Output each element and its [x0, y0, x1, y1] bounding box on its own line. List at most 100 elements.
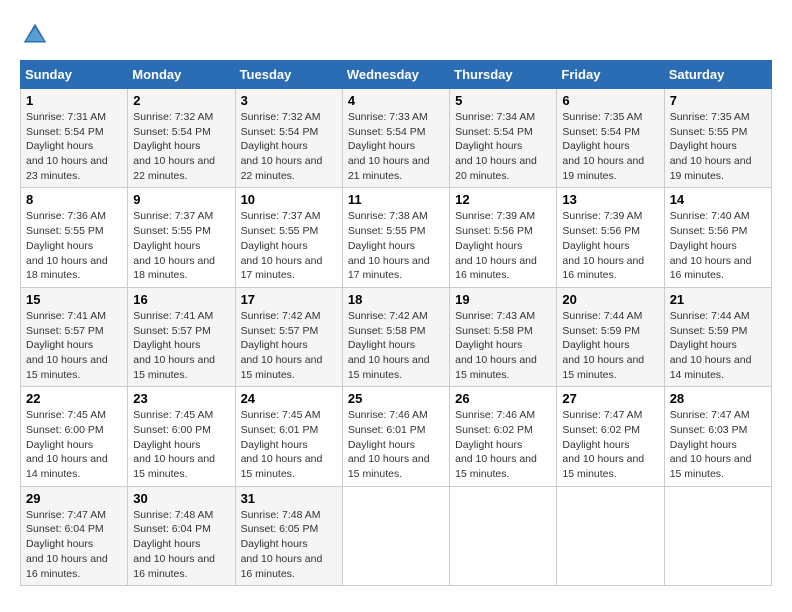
calendar-header-row: SundayMondayTuesdayWednesdayThursdayFrid… — [21, 61, 772, 89]
day-number: 19 — [455, 292, 551, 307]
day-number: 28 — [670, 391, 766, 406]
day-number: 20 — [562, 292, 658, 307]
day-cell-16: 16 Sunrise: 7:41 AM Sunset: 5:57 PM Dayl… — [128, 287, 235, 386]
day-info: Sunrise: 7:44 AM Sunset: 5:59 PM Dayligh… — [562, 309, 658, 382]
day-header-thursday: Thursday — [450, 61, 557, 89]
day-number: 3 — [241, 93, 337, 108]
day-info: Sunrise: 7:48 AM Sunset: 6:05 PM Dayligh… — [241, 508, 337, 581]
day-number: 7 — [670, 93, 766, 108]
day-info: Sunrise: 7:34 AM Sunset: 5:54 PM Dayligh… — [455, 110, 551, 183]
day-info: Sunrise: 7:47 AM Sunset: 6:02 PM Dayligh… — [562, 408, 658, 481]
day-cell-23: 23 Sunrise: 7:45 AM Sunset: 6:00 PM Dayl… — [128, 387, 235, 486]
day-number: 8 — [26, 192, 122, 207]
day-number: 30 — [133, 491, 229, 506]
day-info: Sunrise: 7:48 AM Sunset: 6:04 PM Dayligh… — [133, 508, 229, 581]
day-cell-9: 9 Sunrise: 7:37 AM Sunset: 5:55 PM Dayli… — [128, 188, 235, 287]
day-info: Sunrise: 7:42 AM Sunset: 5:57 PM Dayligh… — [241, 309, 337, 382]
calendar-week-1: 1 Sunrise: 7:31 AM Sunset: 5:54 PM Dayli… — [21, 89, 772, 188]
day-cell-1: 1 Sunrise: 7:31 AM Sunset: 5:54 PM Dayli… — [21, 89, 128, 188]
day-cell-14: 14 Sunrise: 7:40 AM Sunset: 5:56 PM Dayl… — [664, 188, 771, 287]
day-number: 15 — [26, 292, 122, 307]
day-cell-7: 7 Sunrise: 7:35 AM Sunset: 5:55 PM Dayli… — [664, 89, 771, 188]
day-cell-25: 25 Sunrise: 7:46 AM Sunset: 6:01 PM Dayl… — [342, 387, 449, 486]
day-number: 21 — [670, 292, 766, 307]
day-info: Sunrise: 7:41 AM Sunset: 5:57 PM Dayligh… — [133, 309, 229, 382]
day-cell-30: 30 Sunrise: 7:48 AM Sunset: 6:04 PM Dayl… — [128, 486, 235, 585]
calendar-table: SundayMondayTuesdayWednesdayThursdayFrid… — [20, 60, 772, 586]
day-header-friday: Friday — [557, 61, 664, 89]
day-info: Sunrise: 7:42 AM Sunset: 5:58 PM Dayligh… — [348, 309, 444, 382]
day-info: Sunrise: 7:37 AM Sunset: 5:55 PM Dayligh… — [241, 209, 337, 282]
day-info: Sunrise: 7:39 AM Sunset: 5:56 PM Dayligh… — [455, 209, 551, 282]
day-cell-4: 4 Sunrise: 7:33 AM Sunset: 5:54 PM Dayli… — [342, 89, 449, 188]
day-number: 25 — [348, 391, 444, 406]
day-number: 29 — [26, 491, 122, 506]
empty-cell — [557, 486, 664, 585]
day-info: Sunrise: 7:44 AM Sunset: 5:59 PM Dayligh… — [670, 309, 766, 382]
day-info: Sunrise: 7:31 AM Sunset: 5:54 PM Dayligh… — [26, 110, 122, 183]
day-cell-22: 22 Sunrise: 7:45 AM Sunset: 6:00 PM Dayl… — [21, 387, 128, 486]
day-cell-27: 27 Sunrise: 7:47 AM Sunset: 6:02 PM Dayl… — [557, 387, 664, 486]
day-cell-5: 5 Sunrise: 7:34 AM Sunset: 5:54 PM Dayli… — [450, 89, 557, 188]
day-number: 24 — [241, 391, 337, 406]
day-info: Sunrise: 7:33 AM Sunset: 5:54 PM Dayligh… — [348, 110, 444, 183]
day-info: Sunrise: 7:35 AM Sunset: 5:54 PM Dayligh… — [562, 110, 658, 183]
day-number: 22 — [26, 391, 122, 406]
day-cell-21: 21 Sunrise: 7:44 AM Sunset: 5:59 PM Dayl… — [664, 287, 771, 386]
day-info: Sunrise: 7:45 AM Sunset: 6:01 PM Dayligh… — [241, 408, 337, 481]
empty-cell — [342, 486, 449, 585]
day-number: 1 — [26, 93, 122, 108]
day-cell-29: 29 Sunrise: 7:47 AM Sunset: 6:04 PM Dayl… — [21, 486, 128, 585]
day-cell-17: 17 Sunrise: 7:42 AM Sunset: 5:57 PM Dayl… — [235, 287, 342, 386]
day-cell-31: 31 Sunrise: 7:48 AM Sunset: 6:05 PM Dayl… — [235, 486, 342, 585]
day-number: 9 — [133, 192, 229, 207]
day-cell-15: 15 Sunrise: 7:41 AM Sunset: 5:57 PM Dayl… — [21, 287, 128, 386]
day-cell-2: 2 Sunrise: 7:32 AM Sunset: 5:54 PM Dayli… — [128, 89, 235, 188]
day-cell-11: 11 Sunrise: 7:38 AM Sunset: 5:55 PM Dayl… — [342, 188, 449, 287]
day-header-saturday: Saturday — [664, 61, 771, 89]
calendar-week-4: 22 Sunrise: 7:45 AM Sunset: 6:00 PM Dayl… — [21, 387, 772, 486]
day-header-wednesday: Wednesday — [342, 61, 449, 89]
day-info: Sunrise: 7:37 AM Sunset: 5:55 PM Dayligh… — [133, 209, 229, 282]
day-number: 6 — [562, 93, 658, 108]
day-info: Sunrise: 7:32 AM Sunset: 5:54 PM Dayligh… — [133, 110, 229, 183]
day-number: 16 — [133, 292, 229, 307]
logo — [20, 20, 54, 50]
day-info: Sunrise: 7:40 AM Sunset: 5:56 PM Dayligh… — [670, 209, 766, 282]
calendar-body: 1 Sunrise: 7:31 AM Sunset: 5:54 PM Dayli… — [21, 89, 772, 586]
day-cell-13: 13 Sunrise: 7:39 AM Sunset: 5:56 PM Dayl… — [557, 188, 664, 287]
day-number: 10 — [241, 192, 337, 207]
day-cell-12: 12 Sunrise: 7:39 AM Sunset: 5:56 PM Dayl… — [450, 188, 557, 287]
page-header — [20, 20, 772, 50]
day-number: 12 — [455, 192, 551, 207]
day-info: Sunrise: 7:47 AM Sunset: 6:03 PM Dayligh… — [670, 408, 766, 481]
day-info: Sunrise: 7:46 AM Sunset: 6:01 PM Dayligh… — [348, 408, 444, 481]
day-info: Sunrise: 7:43 AM Sunset: 5:58 PM Dayligh… — [455, 309, 551, 382]
day-info: Sunrise: 7:41 AM Sunset: 5:57 PM Dayligh… — [26, 309, 122, 382]
day-cell-3: 3 Sunrise: 7:32 AM Sunset: 5:54 PM Dayli… — [235, 89, 342, 188]
day-info: Sunrise: 7:39 AM Sunset: 5:56 PM Dayligh… — [562, 209, 658, 282]
day-info: Sunrise: 7:47 AM Sunset: 6:04 PM Dayligh… — [26, 508, 122, 581]
day-cell-28: 28 Sunrise: 7:47 AM Sunset: 6:03 PM Dayl… — [664, 387, 771, 486]
calendar-week-2: 8 Sunrise: 7:36 AM Sunset: 5:55 PM Dayli… — [21, 188, 772, 287]
calendar-week-5: 29 Sunrise: 7:47 AM Sunset: 6:04 PM Dayl… — [21, 486, 772, 585]
day-number: 27 — [562, 391, 658, 406]
day-info: Sunrise: 7:35 AM Sunset: 5:55 PM Dayligh… — [670, 110, 766, 183]
day-cell-6: 6 Sunrise: 7:35 AM Sunset: 5:54 PM Dayli… — [557, 89, 664, 188]
calendar-week-3: 15 Sunrise: 7:41 AM Sunset: 5:57 PM Dayl… — [21, 287, 772, 386]
day-number: 26 — [455, 391, 551, 406]
day-number: 2 — [133, 93, 229, 108]
day-cell-18: 18 Sunrise: 7:42 AM Sunset: 5:58 PM Dayl… — [342, 287, 449, 386]
day-number: 18 — [348, 292, 444, 307]
day-cell-8: 8 Sunrise: 7:36 AM Sunset: 5:55 PM Dayli… — [21, 188, 128, 287]
empty-cell — [664, 486, 771, 585]
day-number: 31 — [241, 491, 337, 506]
logo-icon — [20, 20, 50, 50]
day-cell-19: 19 Sunrise: 7:43 AM Sunset: 5:58 PM Dayl… — [450, 287, 557, 386]
day-number: 13 — [562, 192, 658, 207]
day-cell-20: 20 Sunrise: 7:44 AM Sunset: 5:59 PM Dayl… — [557, 287, 664, 386]
day-header-sunday: Sunday — [21, 61, 128, 89]
day-info: Sunrise: 7:45 AM Sunset: 6:00 PM Dayligh… — [26, 408, 122, 481]
day-info: Sunrise: 7:46 AM Sunset: 6:02 PM Dayligh… — [455, 408, 551, 481]
day-number: 14 — [670, 192, 766, 207]
